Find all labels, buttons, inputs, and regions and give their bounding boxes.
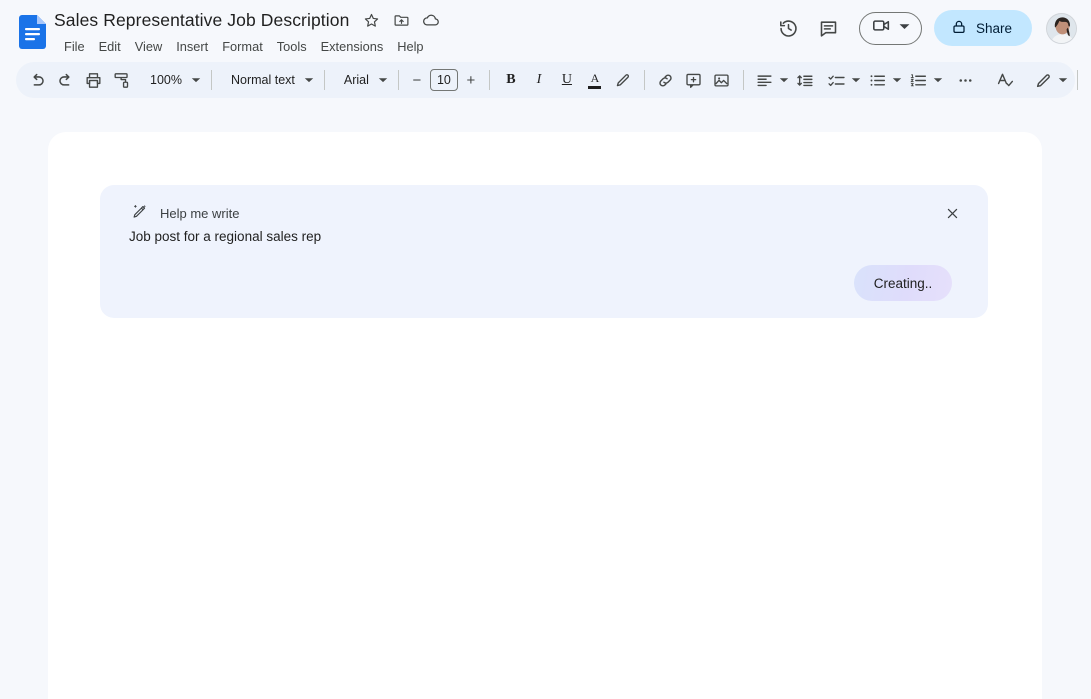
toolbar-divider <box>323 70 325 90</box>
underline-label: U <box>561 72 572 87</box>
video-camera-icon <box>871 15 892 41</box>
add-comment-icon[interactable] <box>680 66 708 94</box>
print-icon[interactable] <box>79 66 107 94</box>
chevron-down-icon[interactable] <box>1058 66 1068 94</box>
menu-format[interactable]: Format <box>215 36 270 58</box>
increase-font-size-button[interactable]: + <box>460 68 482 92</box>
align-left-icon[interactable] <box>751 66 779 94</box>
menu-extensions[interactable]: Extensions <box>314 36 391 58</box>
font-size-control: − + <box>406 68 482 92</box>
help-me-write-card: Help me write Job post for a regional sa… <box>100 185 988 318</box>
menu-bar: File Edit View Insert Format Tools Exten… <box>57 36 441 58</box>
toolbar-divider <box>742 70 744 90</box>
cloud-saved-icon[interactable] <box>421 10 441 30</box>
lock-icon <box>951 19 967 38</box>
chevron-down-icon[interactable] <box>301 66 317 94</box>
menu-file[interactable]: File <box>57 36 92 58</box>
decrease-font-size-button[interactable]: − <box>406 68 428 92</box>
title-action-icons <box>361 10 441 30</box>
menu-help[interactable]: Help <box>390 36 430 58</box>
zoom-control[interactable]: 100% <box>138 66 204 94</box>
underline-button[interactable]: U <box>553 66 581 94</box>
google-docs-window: Sales Representative Job Description Fil… <box>0 0 1091 699</box>
insert-image-icon[interactable] <box>708 66 736 94</box>
star-icon[interactable] <box>361 10 381 30</box>
share-button-label: Share <box>975 20 1012 36</box>
google-docs-icon[interactable] <box>19 15 46 49</box>
help-me-write-label: Help me write <box>160 206 240 221</box>
page-title[interactable]: Sales Representative Job Description <box>54 9 349 31</box>
checklist-icon[interactable] <box>823 66 851 94</box>
editing-mode-pencil-icon[interactable] <box>1030 66 1058 94</box>
menu-tools[interactable]: Tools <box>270 36 314 58</box>
chevron-down-icon[interactable] <box>933 66 943 94</box>
paint-format-icon[interactable] <box>107 66 135 94</box>
font-family-value: Arial <box>343 73 369 87</box>
chevron-down-icon[interactable] <box>188 66 204 94</box>
title-block: Sales Representative Job Description Fil… <box>54 8 441 58</box>
redo-icon[interactable] <box>51 66 79 94</box>
meet-button[interactable] <box>858 11 922 45</box>
app-header: Sales Representative Job Description Fil… <box>0 0 1091 57</box>
chevron-down-icon[interactable] <box>779 66 789 94</box>
text-color-swatch <box>588 85 602 89</box>
spellcheck-icon[interactable] <box>991 66 1019 94</box>
more-options-icon[interactable] <box>952 66 980 94</box>
chevron-down-icon[interactable] <box>892 66 902 94</box>
paragraph-style-select[interactable]: Normal text <box>219 66 317 94</box>
italic-button[interactable]: I <box>525 66 553 94</box>
prompt-text[interactable]: Job post for a regional sales rep <box>129 227 321 247</box>
user-avatar[interactable] <box>1046 12 1077 44</box>
highlight-pen-icon[interactable] <box>609 66 637 94</box>
font-size-input[interactable] <box>429 69 458 91</box>
header-actions: Share <box>769 8 1077 48</box>
comment-icon[interactable] <box>809 8 849 48</box>
close-icon[interactable] <box>938 199 966 227</box>
insert-link-icon[interactable] <box>652 66 680 94</box>
create-button[interactable]: Creating.. <box>854 265 952 301</box>
chevron-down-icon[interactable] <box>851 66 861 94</box>
zoom-value: 100% <box>150 73 182 87</box>
bold-button[interactable]: B <box>497 66 525 94</box>
text-color-button[interactable]: A <box>581 66 609 94</box>
toolbar-divider <box>210 70 212 90</box>
menu-view[interactable]: View <box>128 36 170 58</box>
font-family-select[interactable]: Arial <box>332 66 391 94</box>
move-folder-icon[interactable] <box>391 10 411 30</box>
undo-icon[interactable] <box>23 66 51 94</box>
toolbar-divider <box>488 70 490 90</box>
formatting-toolbar: 100% Normal text Arial − + B <box>16 62 1078 98</box>
menu-edit[interactable]: Edit <box>92 36 128 58</box>
line-spacing-icon[interactable] <box>792 66 820 94</box>
help-me-write-header: Help me write <box>131 203 239 225</box>
bold-label: B <box>506 72 516 87</box>
bulleted-list-icon[interactable] <box>864 66 892 94</box>
chevron-down-icon <box>899 19 910 37</box>
share-button[interactable]: Share <box>933 10 1032 46</box>
paragraph-style-value: Normal text <box>230 73 295 87</box>
collapse-toolbar-chevron-up-icon[interactable] <box>1085 66 1091 94</box>
version-history-icon[interactable] <box>769 8 809 48</box>
magic-pencil-icon <box>131 203 148 225</box>
toolbar-divider <box>1076 70 1078 90</box>
toolbar-divider <box>643 70 645 90</box>
text-color-label: A <box>590 70 600 85</box>
toolbar-divider <box>397 70 399 90</box>
numbered-list-icon[interactable] <box>905 66 933 94</box>
menu-insert[interactable]: Insert <box>169 36 215 58</box>
chevron-down-icon[interactable] <box>375 66 391 94</box>
italic-label: I <box>536 72 542 87</box>
